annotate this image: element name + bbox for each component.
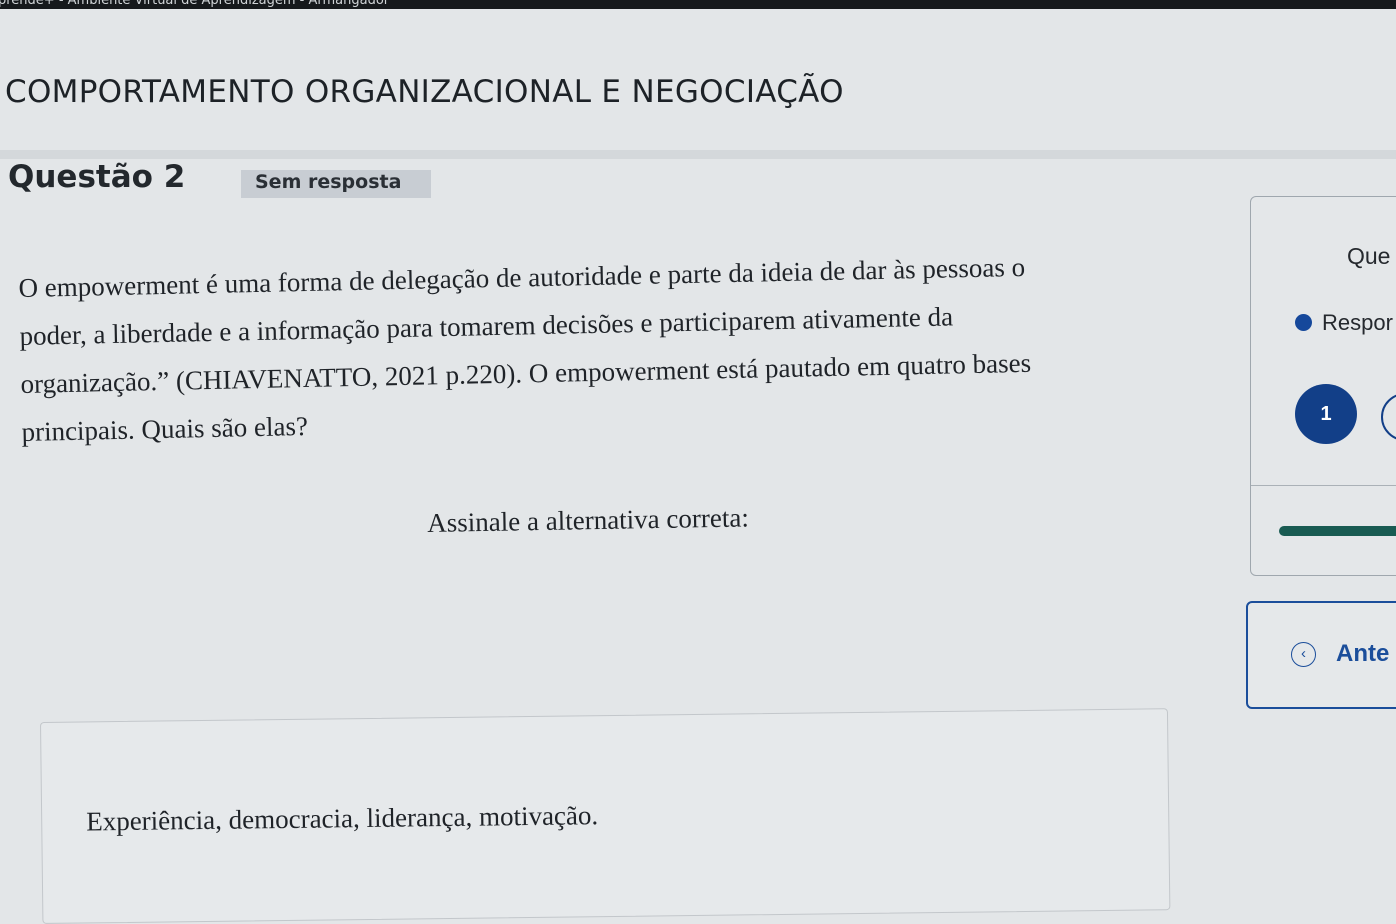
status-badge: Sem resposta [241, 170, 431, 198]
progress-bar-fill [1279, 526, 1396, 536]
instruction-text: Assinale a alternativa correta: [427, 502, 750, 538]
navigator-title: Que [1347, 243, 1391, 269]
progress-bar [1279, 526, 1396, 536]
answered-legend-label: Respor [1322, 310, 1393, 335]
course-title: COMPORTAMENTO ORGANIZACIONAL E NEGOCIAÇÃ… [5, 74, 844, 110]
question-nav-button-1[interactable]: 1 [1295, 384, 1357, 444]
answer-option-a[interactable]: Experiência, democracia, liderança, moti… [40, 708, 1171, 924]
question-header: Questão 2 [8, 159, 186, 195]
answered-legend-dot-icon [1295, 314, 1312, 331]
question-nav-button-2[interactable] [1381, 393, 1396, 441]
answer-option-text: Experiência, democracia, liderança, moti… [86, 800, 599, 837]
question-text: O empowerment é uma forma de delegação d… [18, 240, 1172, 456]
window-title-bar: prende+ - Ambiente Virtual de Aprendizag… [0, 0, 1396, 9]
window-title: prende+ - Ambiente Virtual de Aprendizag… [0, 0, 390, 8]
chevron-left-circle-icon: ‹ [1291, 642, 1316, 667]
header-divider [0, 150, 1396, 159]
question-navigator-panel: Que Respor 1 [1250, 196, 1396, 576]
previous-button-label: Ante [1336, 640, 1390, 667]
previous-button[interactable]: ‹ Ante [1246, 601, 1396, 709]
navigator-divider [1251, 485, 1396, 486]
